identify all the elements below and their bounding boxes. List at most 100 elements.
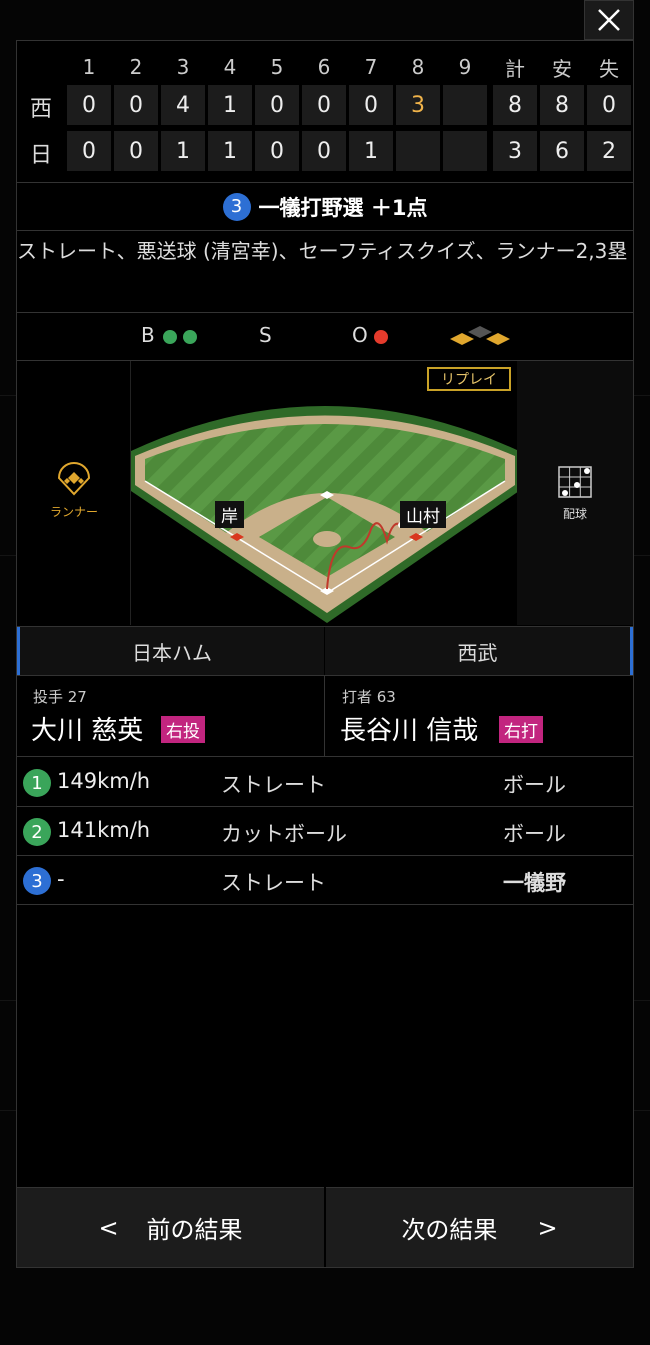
- inning-score: 1: [208, 131, 252, 171]
- scoreboard: 1 2 3 4 5 6 7 8 9 計 安 失 西 0 0 4 1 0 0 0 …: [17, 41, 633, 183]
- inning-header: 6: [317, 55, 331, 79]
- play-title-text: 一犠打野選 ＋1点: [258, 195, 428, 220]
- tab-away-team[interactable]: 西武: [325, 627, 633, 675]
- inning-score: 0: [114, 85, 158, 125]
- team-abbr: 西: [29, 97, 52, 122]
- bases-occupied-icon: [450, 326, 510, 345]
- inning-header: 9: [458, 55, 472, 79]
- pitch-type: ストレート: [221, 871, 326, 895]
- play-number-badge: 3: [222, 192, 251, 221]
- out-dot: [374, 330, 388, 344]
- matchup: 投手 27 大川 慈英 右投 打者 63 長谷川 信哉 右打: [17, 676, 633, 757]
- pitch-result: 一犠野: [503, 871, 566, 895]
- inning-score: [443, 85, 487, 125]
- inning-header: 1: [82, 55, 96, 79]
- ball-dot: [183, 330, 197, 344]
- inning-score-current: 3: [396, 85, 440, 125]
- pitch-number-badge: 2: [23, 818, 51, 846]
- pitch-speed: -: [57, 867, 65, 891]
- inning-score: 1: [161, 131, 205, 171]
- pitcher-role: 投手 27: [33, 688, 87, 706]
- pitch-number-badge: 3: [23, 867, 51, 895]
- pitch-type: ストレート: [221, 773, 326, 797]
- inning-header: 3: [176, 55, 190, 79]
- inning-score: 0: [255, 85, 299, 125]
- pitch-row: 3 - ストレート 一犠野: [17, 856, 633, 905]
- total-runs: 3: [493, 131, 537, 171]
- batter-role: 打者 63: [342, 688, 396, 706]
- field-view: ランナー リプレイ 岸 山村 配球: [17, 361, 633, 625]
- play-title: 3 一犠打野選 ＋1点: [17, 183, 633, 231]
- batter-hand-badge: 右打: [499, 716, 543, 743]
- pitch-number-badge: 1: [23, 769, 51, 797]
- inning-header: 7: [364, 55, 378, 79]
- inning-header: 5: [270, 55, 284, 79]
- total-runs: 8: [493, 85, 537, 125]
- scoreboard-row-away: 西 0 0 4 1 0 0 0 3 8 8 0: [17, 85, 633, 129]
- batter-name: 長谷川 信哉: [340, 716, 479, 746]
- runner-diamond-icon: [57, 461, 91, 496]
- ball-dot: [163, 330, 177, 344]
- fielder-tag-right: 山村: [400, 501, 446, 528]
- outs-label: O: [352, 323, 368, 347]
- total-errors-header: 失: [599, 56, 619, 81]
- close-button[interactable]: [584, 0, 634, 40]
- runner-panel: ランナー: [17, 361, 131, 625]
- pitch-row: 2 141km/h カットボール ボール: [17, 807, 633, 856]
- batter-info: 打者 63 長谷川 信哉 右打: [326, 676, 633, 756]
- prev-result-label: 前の結果: [146, 1216, 243, 1244]
- team-abbr: 日: [29, 143, 52, 168]
- play-description: ストレート、悪送球 (清宮幸)、セーフティスクイズ、ランナー2,3塁: [17, 231, 633, 313]
- inning-score: 1: [349, 131, 393, 171]
- chevron-left-icon: <: [98, 1213, 119, 1242]
- balls-label: B: [141, 323, 155, 347]
- total-runs-header: 計: [505, 56, 525, 81]
- inning-score: 0: [114, 131, 158, 171]
- next-result-button[interactable]: 次の結果 >: [326, 1187, 633, 1267]
- inning-score: 0: [302, 131, 346, 171]
- pitch-speed: 141km/h: [57, 818, 151, 842]
- scoreboard-row-home: 日 0 0 1 1 0 0 1 3 6 2: [17, 131, 633, 175]
- total-hits: 6: [540, 131, 584, 171]
- inning-score: 0: [255, 131, 299, 171]
- pitch-speed: 149km/h: [57, 769, 151, 793]
- pitch-chart-label: 配球: [562, 507, 587, 521]
- inning-header: 4: [223, 55, 237, 79]
- total-hits-header: 安: [552, 56, 572, 81]
- pitch-row: 1 149km/h ストレート ボール: [17, 758, 633, 807]
- inning-score: 1: [208, 85, 252, 125]
- runner-label: ランナー: [49, 505, 98, 519]
- close-icon: [598, 9, 620, 31]
- inning-score: 4: [161, 85, 205, 125]
- play-result-modal: 1 2 3 4 5 6 7 8 9 計 安 失 西 0 0 4 1 0 0 0 …: [16, 40, 634, 1268]
- pitch-grid-icon: [558, 466, 592, 498]
- pitch-type: カットボール: [221, 822, 347, 846]
- inning-score: [396, 131, 440, 171]
- total-errors: 2: [587, 131, 631, 171]
- pitcher-info: 投手 27 大川 慈英 右投: [17, 676, 325, 756]
- pitch-chart-button[interactable]: 配球: [517, 465, 633, 522]
- tab-home-team[interactable]: 日本ハム: [17, 627, 324, 675]
- team-tabs: 日本ハム 西武: [17, 626, 633, 676]
- pitcher-hand-badge: 右投: [161, 716, 205, 743]
- total-hits: 8: [540, 85, 584, 125]
- inning-score: 0: [302, 85, 346, 125]
- ball-count: B S O: [17, 313, 633, 361]
- pitch-result: ボール: [503, 773, 566, 797]
- next-result-label: 次の結果: [401, 1216, 498, 1244]
- pitch-panel: 配球: [517, 361, 633, 625]
- fielder-tag-left: 岸: [215, 501, 244, 528]
- pitch-result: ボール: [503, 822, 566, 846]
- total-errors: 0: [587, 85, 631, 125]
- strikes-label: S: [259, 323, 272, 347]
- replay-button[interactable]: リプレイ: [427, 367, 511, 391]
- inning-score: 0: [349, 85, 393, 125]
- runner-button[interactable]: ランナー: [17, 461, 131, 520]
- prev-result-button[interactable]: < 前の結果: [17, 1187, 324, 1267]
- chevron-right-icon: >: [537, 1213, 558, 1242]
- inning-header: 2: [129, 55, 143, 79]
- inning-score: 0: [67, 85, 111, 125]
- pitcher-name: 大川 慈英: [31, 716, 144, 746]
- baseball-diamond: [131, 406, 519, 623]
- inning-score: [443, 131, 487, 171]
